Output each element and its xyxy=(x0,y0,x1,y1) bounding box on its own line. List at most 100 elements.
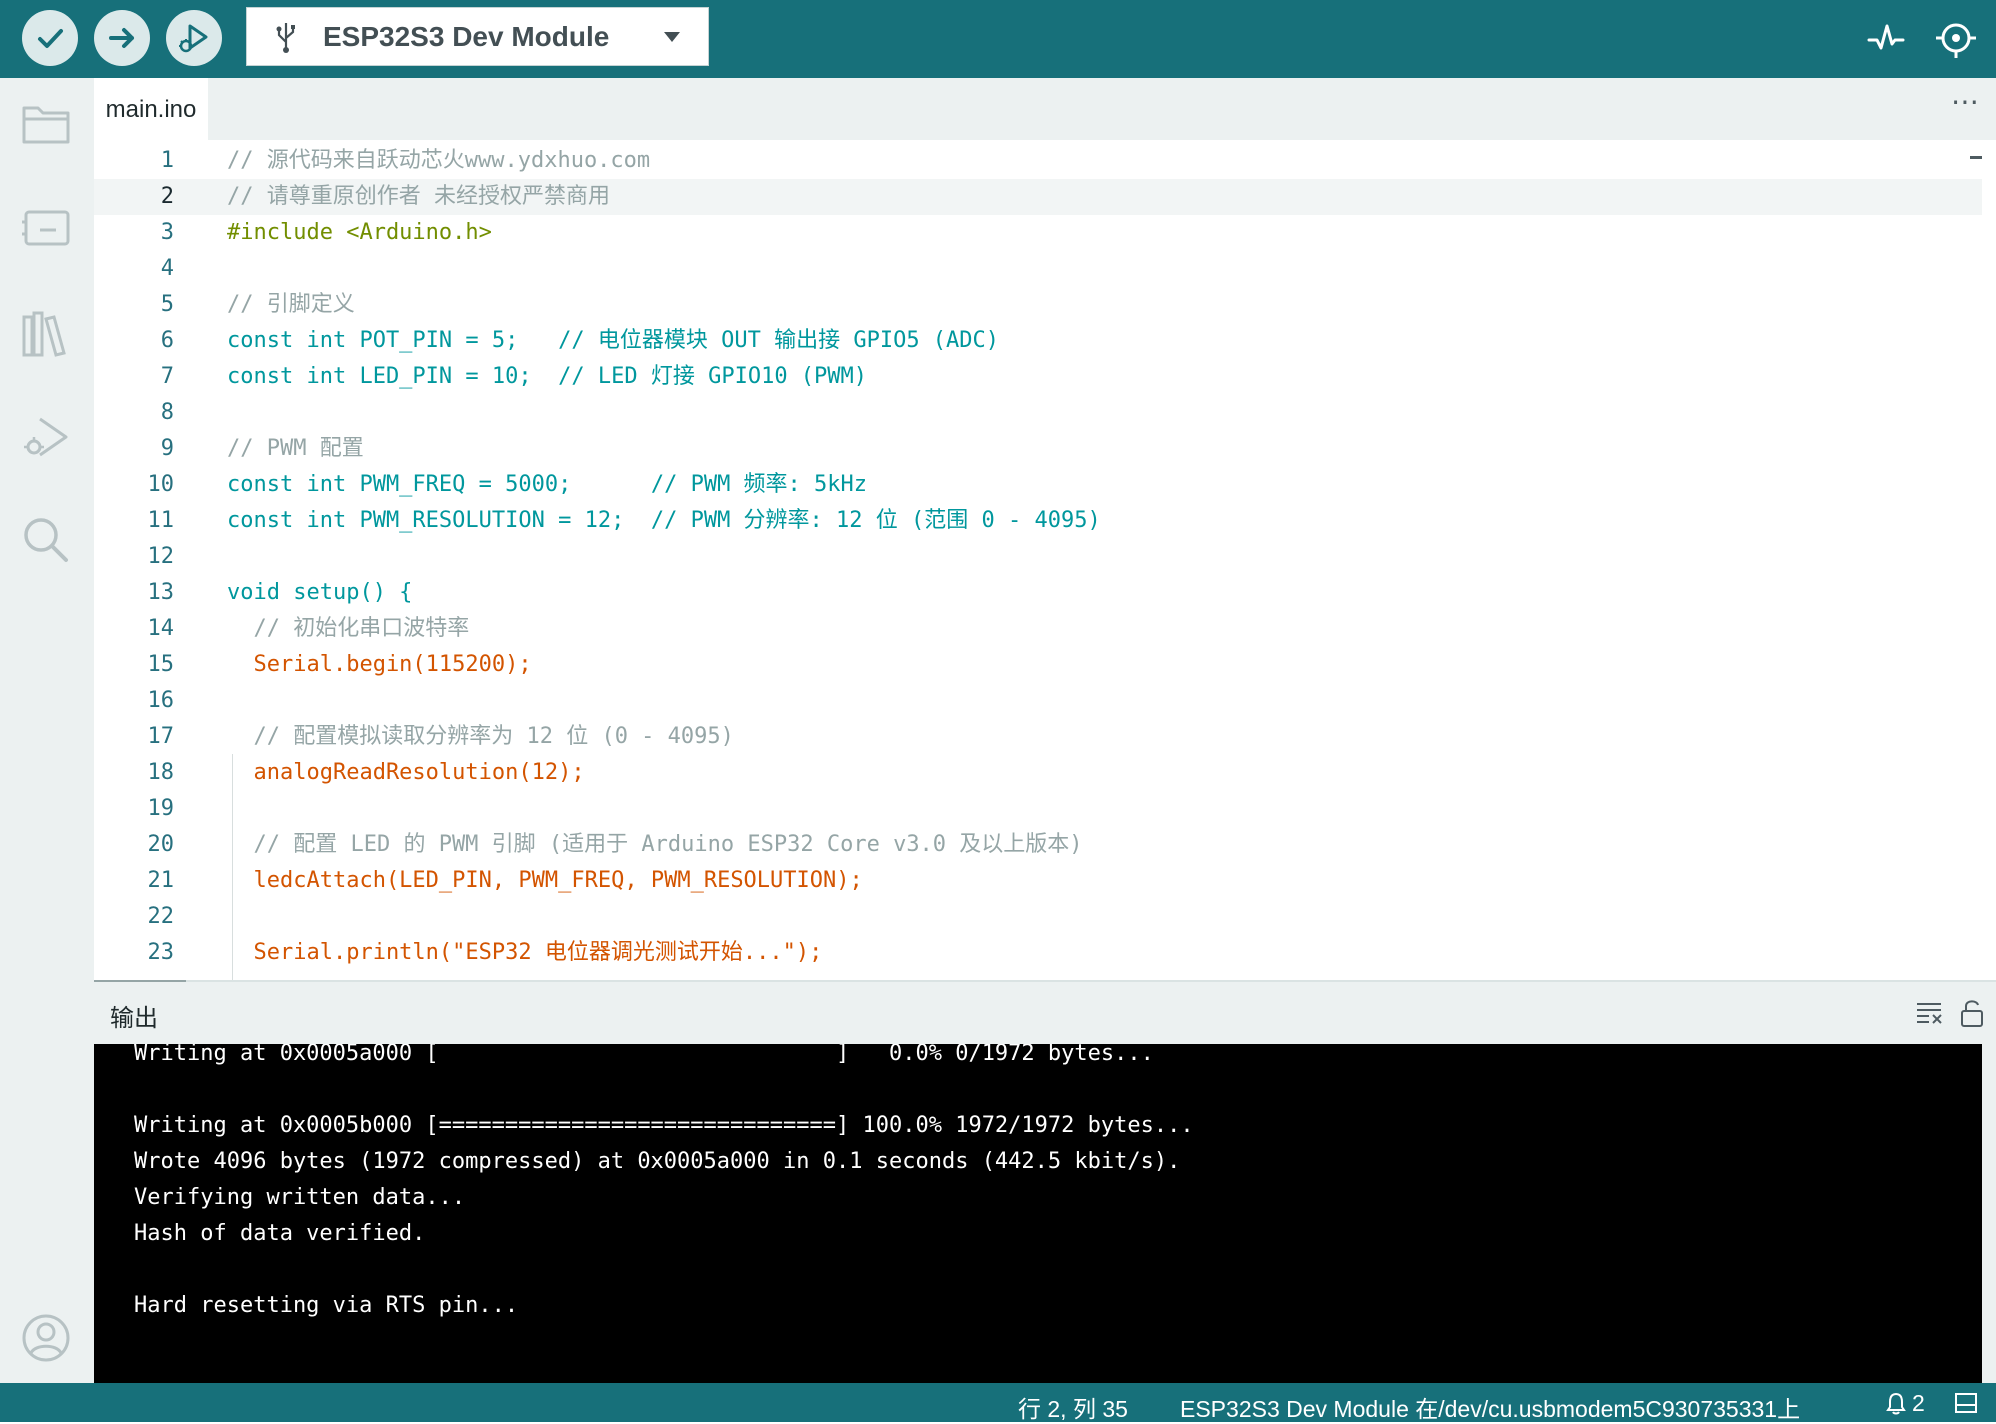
output-title: 输出 xyxy=(110,1005,158,1032)
line-number: 11 xyxy=(147,508,175,533)
line-number: 15 xyxy=(147,652,175,677)
boards-manager-button[interactable] xyxy=(16,198,76,258)
output-console[interactable]: Writing at 0x0005a000 [ ] 0.0% 0/1972 by… xyxy=(94,1044,1982,1383)
line-number: 10 xyxy=(147,472,175,497)
search-icon xyxy=(24,518,68,562)
board-selector[interactable]: ESP32S3 Dev Module xyxy=(246,7,709,66)
code-line: 9 // PWM 配置 xyxy=(94,431,1982,467)
top-toolbar: ESP32S3 Dev Module xyxy=(0,0,1996,78)
code-line: 13 void setup() { xyxy=(94,575,1982,611)
code-line: 6 const int POT_PIN = 5; // 电位器模块 OUT 输出… xyxy=(94,323,1982,359)
line-number: 18 xyxy=(147,760,175,785)
code-line: 3 #include <Arduino.h> xyxy=(94,215,1982,251)
code-text: // 配置 LED 的 PWM 引脚 (适用于 Arduino ESP32 Co… xyxy=(227,832,1083,857)
chevron-down-icon xyxy=(664,32,680,42)
code-text: // PWM 配置 xyxy=(227,436,364,461)
editor-tab-bar: main.ino ⋯ xyxy=(94,78,1996,140)
line-number: 6 xyxy=(160,328,174,353)
code-line: 7 const int LED_PIN = 10; // LED 灯接 GPIO… xyxy=(94,359,1982,395)
code-text: const int POT_PIN = 5; // 电位器模块 OUT 输出接 … xyxy=(227,328,1000,353)
line-number: 8 xyxy=(160,400,174,425)
code-line: 20 // 配置 LED 的 PWM 引脚 (适用于 Arduino ESP32… xyxy=(94,827,1982,863)
usb-icon xyxy=(271,17,301,57)
console-line: Wrote 4096 bytes (1972 compressed) at 0x… xyxy=(134,1149,1181,1174)
clear-output-button[interactable] xyxy=(1914,997,1946,1029)
account-button[interactable] xyxy=(16,1308,76,1368)
debug-icon xyxy=(24,417,68,457)
line-number: 16 xyxy=(147,688,175,713)
line-number: 13 xyxy=(147,580,175,605)
code-line: 10 const int PWM_FREQ = 5000; // PWM 频率:… xyxy=(94,467,1982,503)
plotter-icon xyxy=(1867,24,1905,50)
line-number: 5 xyxy=(160,292,174,317)
code-line: 23 Serial.println("ESP32 电位器调光测试开始..."); xyxy=(94,935,1982,971)
cursor-position[interactable]: 行 2, 列 35 xyxy=(1018,1390,1128,1424)
code-text: // 初始化串口波特率 xyxy=(227,616,470,641)
line-number: 1 xyxy=(160,148,174,173)
code-line: 11 const int PWM_RESOLUTION = 12; // PWM… xyxy=(94,503,1982,539)
code-text: #include <Arduino.h> xyxy=(227,220,492,245)
line-number: 23 xyxy=(147,940,175,965)
console-line: Hash of data verified. xyxy=(134,1221,426,1246)
toggle-panel-icon[interactable] xyxy=(1954,1391,1978,1415)
notification-count[interactable]: 2 xyxy=(1912,1390,1925,1417)
line-number: 17 xyxy=(147,724,175,749)
code-line: 4 xyxy=(94,251,1982,287)
code-line-active: 2 // 请尊重原创作者 未经授权严禁商用 xyxy=(94,179,1982,215)
user-icon xyxy=(22,1314,70,1362)
console-line: Writing at 0x0005a000 [ ] 0.0% 0/1972 by… xyxy=(134,1044,1154,1066)
code-line: 14 // 初始化串口波特率 xyxy=(94,611,1982,647)
upload-button[interactable] xyxy=(94,10,150,66)
verify-button[interactable] xyxy=(22,10,78,66)
console-scrollbar[interactable] xyxy=(1982,1044,1996,1383)
output-panel-header: 输出 xyxy=(94,982,1996,1044)
line-number: 3 xyxy=(160,220,174,245)
code-text: analogReadResolution(12); xyxy=(227,760,585,785)
debug-play-icon xyxy=(179,24,208,53)
debug-sidebar-button[interactable] xyxy=(16,408,76,468)
more-icon[interactable]: ⋯ xyxy=(1946,88,1986,122)
debug-button[interactable] xyxy=(166,10,222,66)
code-line: 8 xyxy=(94,395,1982,431)
code-line: 5 // 引脚定义 xyxy=(94,287,1982,323)
code-text: // 引脚定义 xyxy=(227,292,355,317)
code-text: Serial.begin(115200); xyxy=(227,652,532,677)
line-number: 21 xyxy=(147,868,175,893)
board-icon xyxy=(22,210,70,246)
line-number: 7 xyxy=(160,364,174,389)
code-line: 1 // 源代码来自跃动芯火www.ydxhuo.com xyxy=(94,143,1982,179)
code-text: ledcAttach(LED_PIN, PWM_FREQ, PWM_RESOLU… xyxy=(227,868,863,893)
serial-monitor-button[interactable] xyxy=(1932,14,1980,62)
status-bar: 行 2, 列 35 ESP32S3 Dev Module 在/dev/cu.us… xyxy=(0,1383,1996,1422)
unlock-icon xyxy=(1961,1000,1983,1027)
check-icon xyxy=(38,29,63,48)
code-line: 21 ledcAttach(LED_PIN, PWM_FREQ, PWM_RES… xyxy=(94,863,1982,899)
sketchbook-button[interactable] xyxy=(16,94,76,154)
code-text: Serial.println("ESP32 电位器调光测试开始..."); xyxy=(227,940,823,965)
code-line: 17 // 配置模拟读取分辨率为 12 位 (0 - 4095) xyxy=(94,719,1982,755)
serial-monitor-icon xyxy=(1936,23,1976,58)
code-line: 19 xyxy=(94,791,1982,827)
code-text: // 源代码来自跃动芯火www.ydxhuo.com xyxy=(227,148,651,173)
library-manager-button[interactable] xyxy=(16,304,76,364)
arrow-right-icon xyxy=(109,28,134,48)
line-number: 9 xyxy=(160,436,174,461)
clear-output-icon xyxy=(1917,1003,1942,1024)
board-port-status[interactable]: ESP32S3 Dev Module 在/dev/cu.usbmodem5C93… xyxy=(1180,1390,1800,1424)
bell-icon[interactable] xyxy=(1884,1391,1908,1415)
line-number: 19 xyxy=(147,796,175,821)
library-icon xyxy=(22,311,66,357)
line-number: 22 xyxy=(147,904,175,929)
code-text: const int PWM_RESOLUTION = 12; // PWM 分辨… xyxy=(227,508,1101,533)
tab-main-ino[interactable]: main.ino xyxy=(94,78,208,140)
serial-plotter-button[interactable] xyxy=(1862,14,1910,62)
console-line: Verifying written data... xyxy=(134,1185,466,1210)
code-line: 16 xyxy=(94,683,1982,719)
search-button[interactable] xyxy=(16,510,76,570)
code-editor[interactable]: 1 // 源代码来自跃动芯火www.ydxhuo.com 2 // 请尊重原创作… xyxy=(94,140,1982,980)
lock-scroll-button[interactable] xyxy=(1956,997,1988,1029)
console-line: Hard resetting via RTS pin... xyxy=(134,1293,519,1318)
code-text: const int LED_PIN = 10; // LED 灯接 GPIO10… xyxy=(227,364,868,389)
code-text: const int PWM_FREQ = 5000; // PWM 频率: 5k… xyxy=(227,472,868,497)
console-line: Writing at 0x0005b000 [=================… xyxy=(134,1113,1194,1138)
